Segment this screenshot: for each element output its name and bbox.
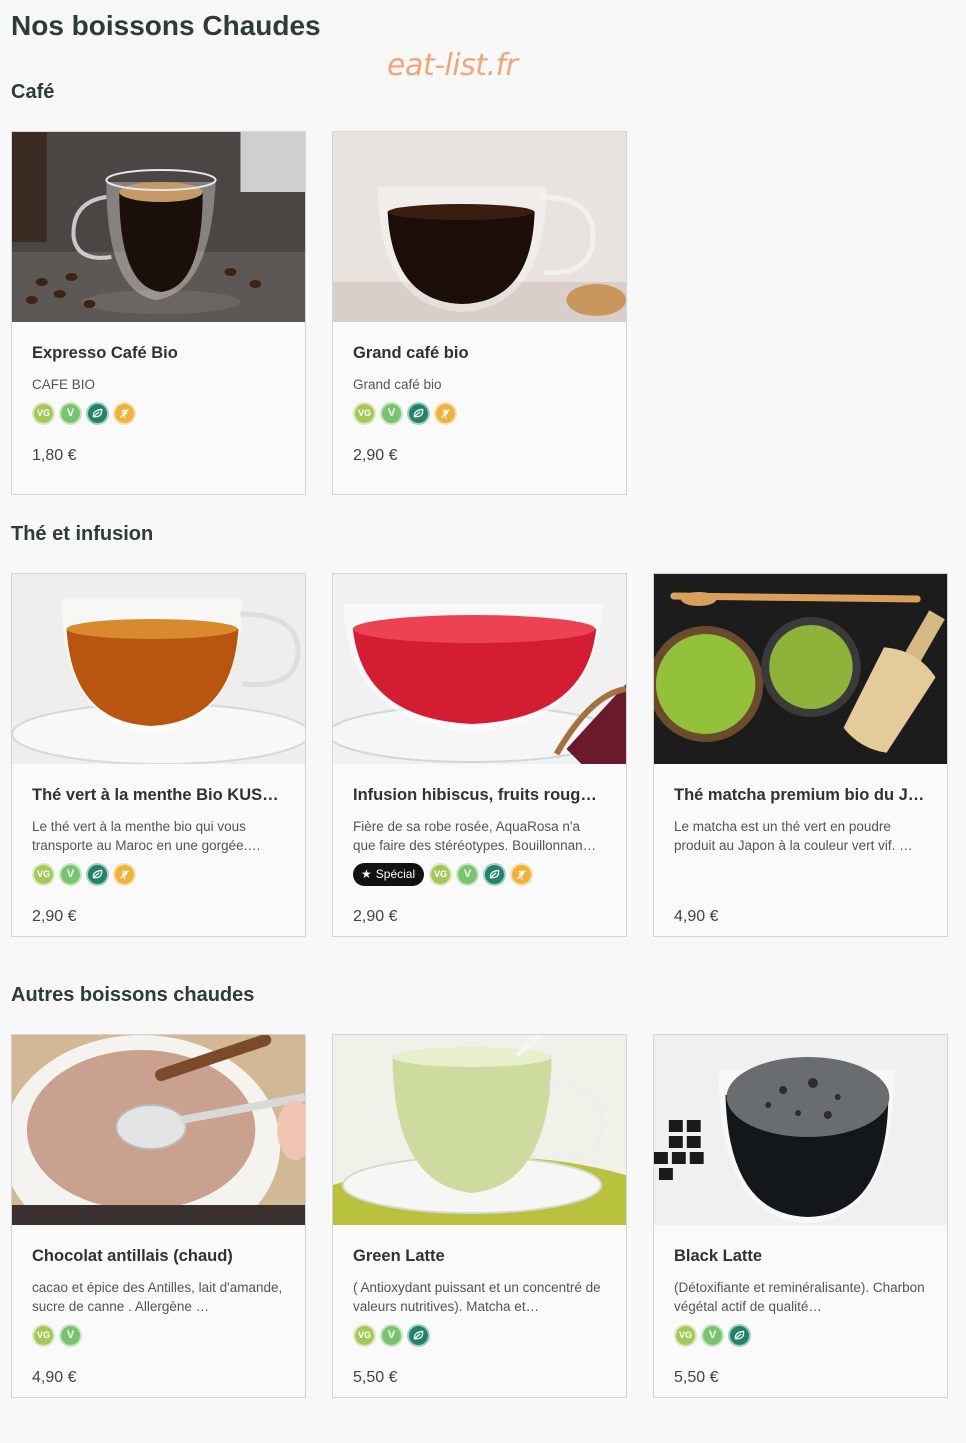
product-description: CAFE BIO [32, 377, 96, 392]
product-name: Expresso Café Bio [32, 344, 178, 362]
product-name: Infusion hibiscus, fruits rouges… [353, 786, 606, 804]
special-badge-label: Spécial [375, 867, 416, 881]
organic-leaf-icon [86, 401, 109, 425]
vegetarian-badge-icon: V [59, 401, 82, 425]
organic-leaf-icon [407, 401, 430, 425]
vegetarian-badge-icon: V [380, 401, 403, 425]
diet-badges: VG V [353, 401, 606, 425]
product-description: (Détoxifiante et reminéralisante). Charb… [674, 1280, 925, 1314]
product-card[interactable]: Chocolat antillais (chaud) cacao et épic… [11, 1034, 306, 1398]
vegetarian-badge-icon: V [701, 1323, 724, 1347]
organic-leaf-icon [86, 862, 109, 886]
diet-badges: VG V [32, 1323, 285, 1347]
product-image [12, 574, 305, 764]
product-name: Thé matcha premium bio du Ja… [674, 786, 927, 804]
product-card[interactable]: Expresso Café Bio CAFE BIO VG V 1,80 € [11, 131, 306, 495]
product-price: 5,50 € [353, 1369, 398, 1386]
diet-badges: VG V [32, 401, 285, 425]
product-name: Chocolat antillais (chaud) [32, 1247, 233, 1265]
product-price: 4,90 € [674, 908, 719, 925]
product-description: Grand café bio [353, 377, 442, 392]
vegetarian-badge-icon: V [456, 862, 480, 886]
diet-badges: VG V [32, 862, 285, 886]
diet-badges: ★ Spécial VG V [353, 862, 606, 886]
gluten-free-icon [434, 401, 457, 425]
product-image [12, 132, 305, 322]
product-card[interactable]: Grand café bio Grand café bio VG V 2,90 … [332, 131, 627, 495]
vegan-badge-icon: VG [353, 1323, 376, 1347]
vegan-badge-icon: VG [353, 401, 376, 425]
product-name: Grand café bio [353, 344, 469, 362]
product-price: 5,50 € [674, 1369, 719, 1386]
product-card[interactable]: Thé matcha premium bio du Ja… Le matcha … [653, 573, 948, 937]
organic-leaf-icon [483, 862, 507, 886]
page-title: Nos boissons Chaudes [11, 10, 321, 41]
product-card[interactable]: Infusion hibiscus, fruits rouges… Fière … [332, 573, 627, 937]
special-badge: ★ Spécial [353, 862, 425, 886]
product-description: Le thé vert à la menthe bio qui vous tra… [32, 819, 261, 853]
product-description: Fière de sa robe rosée, AquaRosa n'a que… [353, 819, 597, 853]
vegetarian-badge-icon: V [380, 1323, 403, 1347]
product-card[interactable]: Thé vert à la menthe Bio KUSM… Le thé ve… [11, 573, 306, 937]
section-title-cafe: Café [11, 81, 55, 103]
vegan-badge-icon: VG [32, 1323, 55, 1347]
product-image [654, 1035, 947, 1225]
product-image [333, 132, 626, 322]
diet-badges: VG V [353, 1323, 606, 1347]
section-title-autres-boissons: Autres boissons chaudes [11, 984, 255, 1006]
product-image [654, 574, 947, 764]
product-name: Thé vert à la menthe Bio KUSM… [32, 786, 285, 804]
product-description: ( Antioxydant puissant et un concentré d… [353, 1280, 601, 1314]
product-name: Black Latte [674, 1247, 763, 1265]
vegan-badge-icon: VG [674, 1323, 697, 1347]
product-card[interactable]: Black Latte (Détoxifiante et reminéralis… [653, 1034, 948, 1398]
vegan-badge-icon: VG [32, 401, 55, 425]
product-card[interactable]: Green Latte ( Antioxydant puissant et un… [332, 1034, 627, 1398]
product-price: 2,90 € [32, 908, 77, 925]
organic-leaf-icon [407, 1323, 430, 1347]
diet-badges [674, 862, 927, 886]
vegetarian-badge-icon: V [59, 1323, 82, 1347]
vegan-badge-icon: VG [32, 862, 55, 886]
product-price: 4,90 € [32, 1369, 77, 1386]
organic-leaf-icon [728, 1323, 751, 1347]
product-image [333, 574, 626, 764]
gluten-free-icon [113, 862, 136, 886]
product-image [12, 1035, 305, 1225]
watermark: eat-list.fr [387, 48, 518, 83]
vegetarian-badge-icon: V [59, 862, 82, 886]
product-price: 1,80 € [32, 447, 77, 464]
product-price: 2,90 € [353, 908, 398, 925]
star-icon: ★ [361, 867, 372, 881]
section-title-the-infusion: Thé et infusion [11, 523, 154, 545]
product-name: Green Latte [353, 1247, 445, 1265]
diet-badges: VG V [674, 1323, 927, 1347]
gluten-free-icon [113, 401, 136, 425]
gluten-free-icon [510, 862, 534, 886]
product-description: cacao et épice des Antilles, lait d'aman… [32, 1280, 283, 1314]
product-description: Le matcha est un thé vert en poudre prod… [674, 819, 913, 853]
vegan-badge-icon: VG [429, 862, 453, 886]
product-image [333, 1035, 626, 1225]
product-price: 2,90 € [353, 447, 398, 464]
